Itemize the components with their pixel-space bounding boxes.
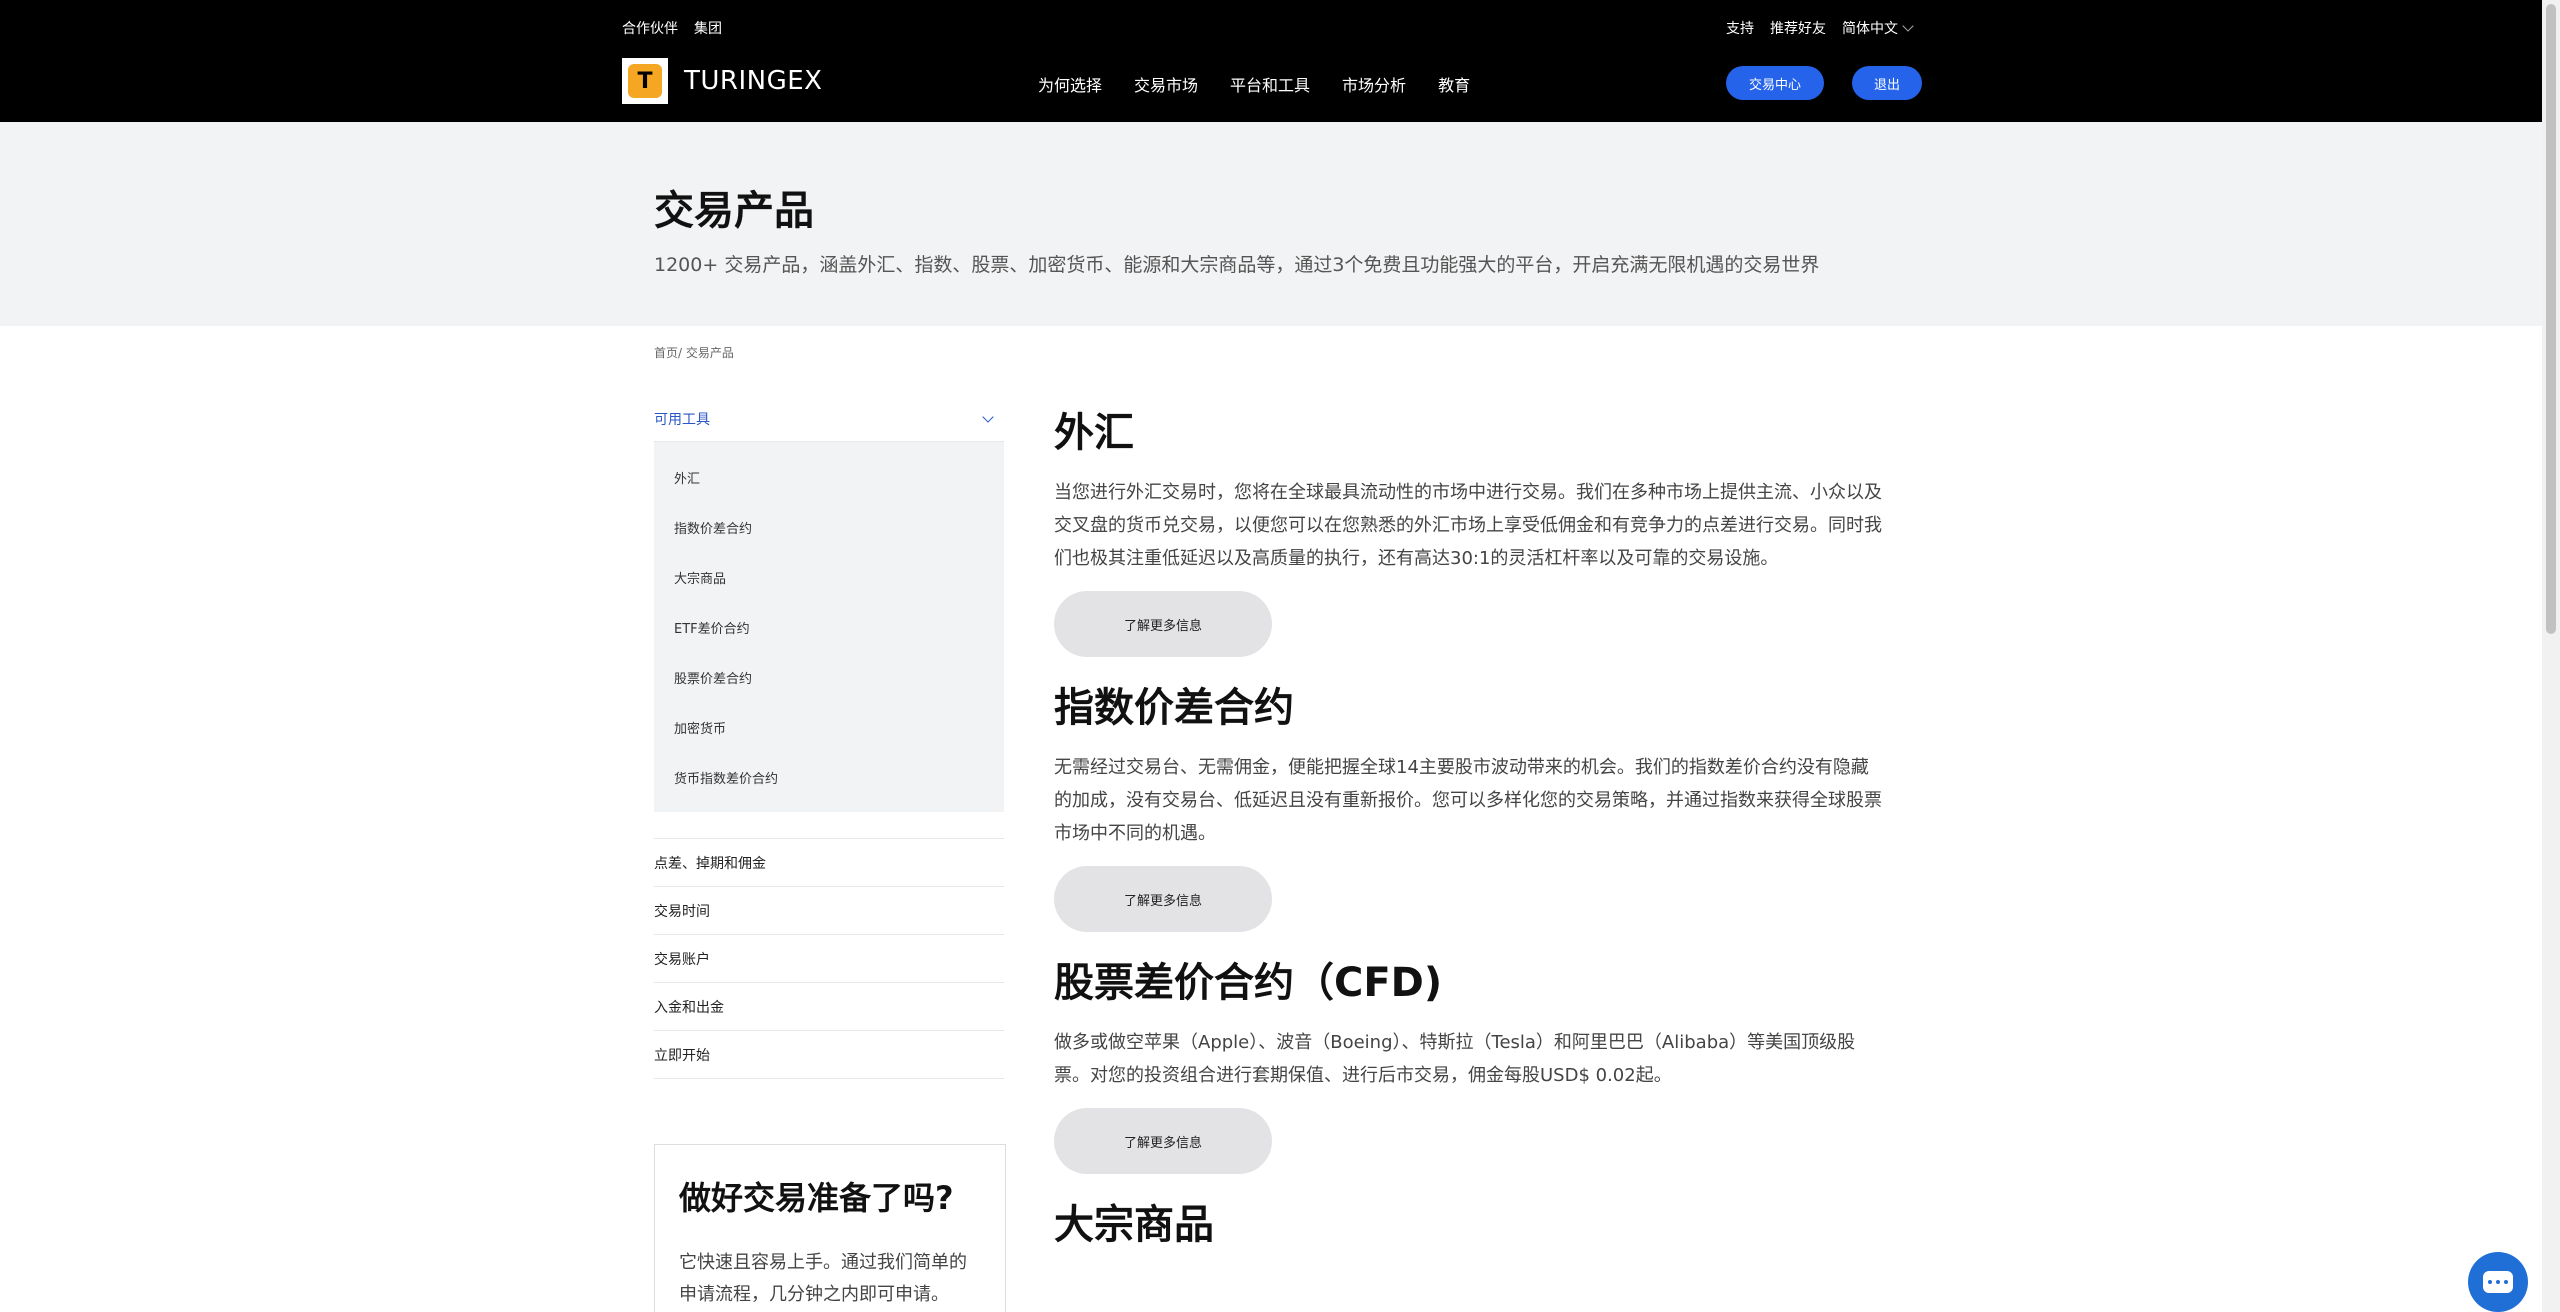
group-link[interactable]: 集团 <box>694 18 722 38</box>
hero-banner: 交易产品 1200+ 交易产品，涵盖外汇、指数、股票、加密货币、能源和大宗商品等… <box>0 122 2542 326</box>
sidebar-item-crypto[interactable]: 加密货币 <box>654 702 1004 752</box>
sidebar-link-get-started[interactable]: 立即开始 <box>654 1031 1004 1079</box>
learn-more-button[interactable]: 了解更多信息 <box>1054 591 1272 657</box>
breadcrumb[interactable]: 首页/ 交易产品 <box>654 344 734 361</box>
section-title: 外汇 <box>1054 410 1134 456</box>
site-logo[interactable]: T TURINGEX <box>622 58 822 104</box>
sidebar-section-available-tools[interactable]: 可用工具 <box>654 396 1004 442</box>
nav-why-choose[interactable]: 为何选择 <box>1038 72 1102 96</box>
language-label: 简体中文 <box>1842 21 1898 37</box>
learn-more-button[interactable]: 了解更多信息 <box>1054 866 1272 932</box>
section-title: 大宗商品 <box>1054 1202 1214 1248</box>
section-title: 股票差价合约（CFD) <box>1054 960 1443 1006</box>
learn-more-button[interactable]: 了解更多信息 <box>1054 1108 1272 1174</box>
sidebar-item-index-cfd[interactable]: 指数价差合约 <box>654 502 1004 552</box>
chevron-down-icon <box>982 410 994 423</box>
section-title: 指数价差合约 <box>1054 685 1294 731</box>
language-selector[interactable]: 简体中文 <box>1842 18 1914 38</box>
section-forex: 外汇 当您进行外汇交易时，您将在全球最具流动性的市场中进行交易。我们在多种市场上… <box>1054 400 1884 657</box>
scrollbar-thumb[interactable] <box>2546 4 2556 634</box>
chevron-down-icon <box>1902 20 1914 32</box>
main-content: 外汇 当您进行外汇交易时，您将在全球最具流动性的市场中进行交易。我们在多种市场上… <box>1054 400 1884 1268</box>
sidebar-submenu: 外汇 指数价差合约 大宗商品 ETF差价合约 股票价差合约 加密货币 货币指数差… <box>654 442 1004 812</box>
sidebar-item-forex[interactable]: 外汇 <box>654 452 1004 502</box>
nav-platforms-tools[interactable]: 平台和工具 <box>1230 72 1310 96</box>
logo-icon: T <box>622 58 668 104</box>
sidebar-section-label: 可用工具 <box>654 411 710 428</box>
section-text: 无需经过交易台、无需佣金，便能把握全球14主要股市波动带来的机会。我们的指数差价… <box>1054 757 1882 844</box>
logout-button[interactable]: 退出 <box>1852 66 1922 100</box>
sidebar-item-commodities[interactable]: 大宗商品 <box>654 552 1004 602</box>
ready-text: 它快速且容易上手。通过我们简单的申请流程，几分钟之内即可申请。 <box>679 1252 967 1305</box>
chat-button[interactable] <box>2468 1252 2528 1312</box>
section-index-cfd: 指数价差合约 无需经过交易台、无需佣金，便能把握全球14主要股市波动带来的机会。… <box>1054 675 1884 932</box>
sidebar-links: 点差、掉期和佣金 交易时间 交易账户 入金和出金 立即开始 <box>654 838 1004 1079</box>
sidebar-link-trading-hours[interactable]: 交易时间 <box>654 887 1004 935</box>
sidebar-item-currency-index-cfd[interactable]: 货币指数差价合约 <box>654 752 1004 802</box>
nav-market-analysis[interactable]: 市场分析 <box>1342 72 1406 96</box>
ready-to-trade-card: 做好交易准备了吗? 它快速且容易上手。通过我们简单的申请流程，几分钟之内即可申请… <box>654 1144 1006 1312</box>
sidebar-link-deposit-withdraw[interactable]: 入金和出金 <box>654 983 1004 1031</box>
logo-text: TURINGEX <box>684 66 823 96</box>
support-link[interactable]: 支持 <box>1726 18 1754 38</box>
sidebar-link-spreads[interactable]: 点差、掉期和佣金 <box>654 839 1004 887</box>
topbar-right-links: 支持 推荐好友 简体中文 <box>1726 18 1914 38</box>
page-title: 交易产品 <box>654 188 814 234</box>
ready-title: 做好交易准备了吗? <box>679 1179 954 1217</box>
section-commodities: 大宗商品 <box>1054 1192 1884 1250</box>
sidebar-item-etf-cfd[interactable]: ETF差价合约 <box>654 602 1004 652</box>
nav-markets[interactable]: 交易市场 <box>1134 72 1198 96</box>
sidebar-item-stock-cfd[interactable]: 股票价差合约 <box>654 652 1004 702</box>
nav-education[interactable]: 教育 <box>1438 72 1470 96</box>
chat-bubble-icon <box>2483 1271 2513 1293</box>
refer-friend-link[interactable]: 推荐好友 <box>1770 18 1826 38</box>
sidebar: 可用工具 外汇 指数价差合约 大宗商品 ETF差价合约 股票价差合约 加密货币 … <box>654 396 1004 1079</box>
page-subtitle: 1200+ 交易产品，涵盖外汇、指数、股票、加密货币、能源和大宗商品等，通过3个… <box>654 254 1820 276</box>
section-stock-cfd: 股票差价合约（CFD) 做多或做空苹果（Apple）、波音（Boeing）、特斯… <box>1054 950 1884 1174</box>
site-header: 合作伙伴 集团 支持 推荐好友 简体中文 T TURINGEX 为何选择 交易市… <box>0 0 2542 122</box>
section-text: 当您进行外汇交易时，您将在全球最具流动性的市场中进行交易。我们在多种市场上提供主… <box>1054 482 1882 569</box>
partners-link[interactable]: 合作伙伴 <box>622 18 678 38</box>
section-text: 做多或做空苹果（Apple）、波音（Boeing）、特斯拉（Tesla）和阿里巴… <box>1054 1032 1856 1086</box>
topbar-left-links: 合作伙伴 集团 <box>622 18 722 38</box>
page-scrollbar[interactable] <box>2542 0 2560 1312</box>
sidebar-link-accounts[interactable]: 交易账户 <box>654 935 1004 983</box>
main-nav: 为何选择 交易市场 平台和工具 市场分析 教育 <box>1038 72 1470 96</box>
trade-center-button[interactable]: 交易中心 <box>1726 66 1824 100</box>
